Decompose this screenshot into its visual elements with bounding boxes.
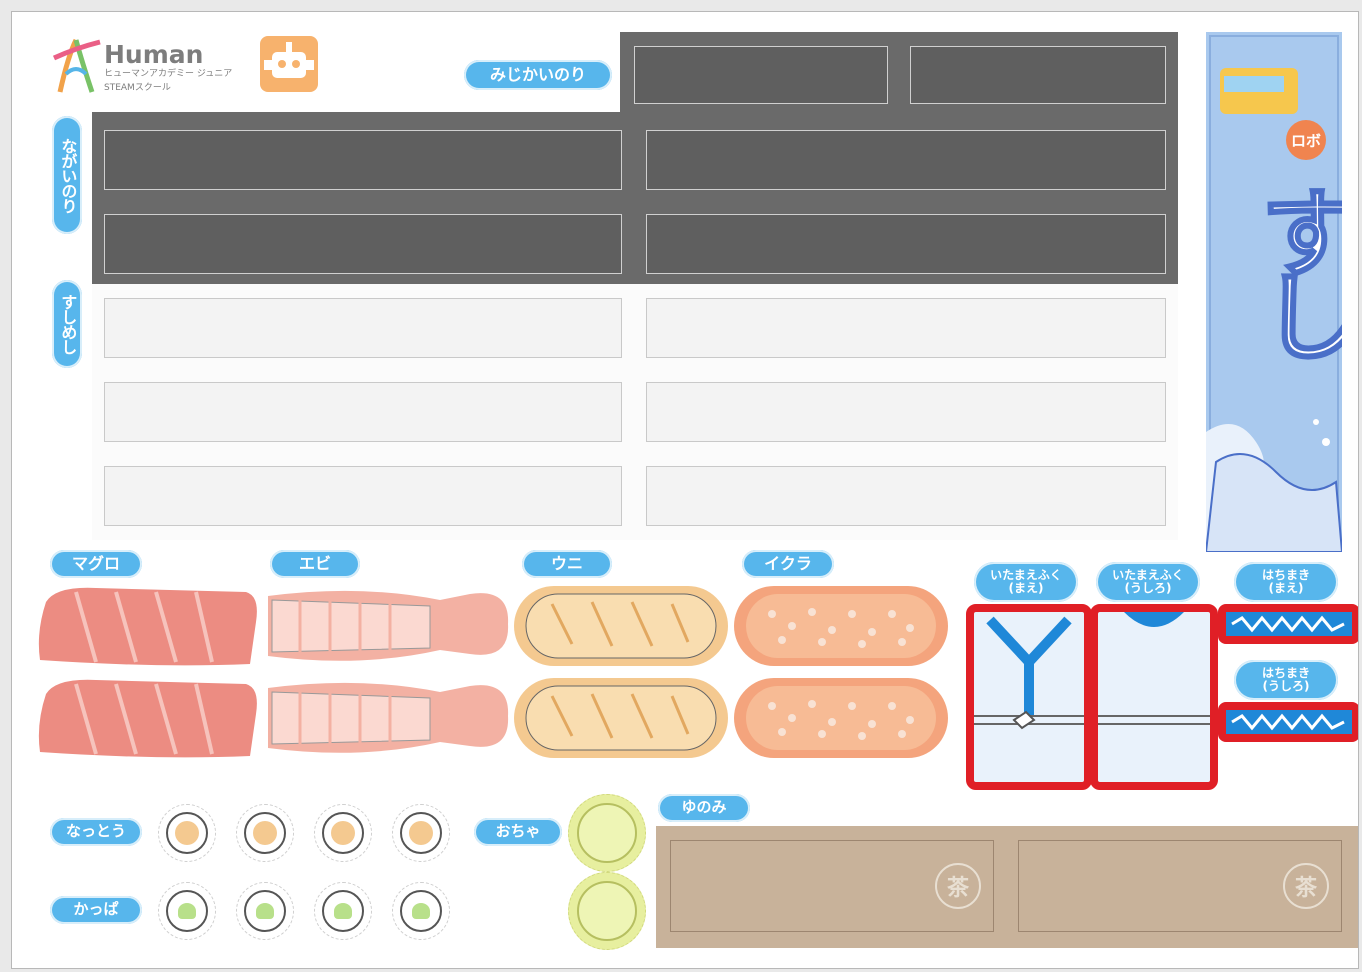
paper-craft-sheet: Human ヒューマンアカデミー ジュニア STEAMスクール みじかいのり な… — [12, 12, 1358, 968]
tea-mark-icon: 茶 — [935, 863, 981, 909]
yunomi-area: 茶 茶 — [656, 826, 1358, 948]
uni-piece[interactable] — [512, 584, 730, 668]
itamae-front-piece[interactable] — [966, 604, 1092, 790]
label-itamae-back: いたまえふく (うしろ) — [1096, 562, 1200, 602]
sushi-rice-piece[interactable] — [104, 382, 622, 442]
sushi-rice-piece[interactable] — [104, 466, 622, 526]
natto-roll[interactable] — [158, 804, 216, 862]
yunomi-piece[interactable]: 茶 — [1018, 840, 1342, 932]
kappa-roll[interactable] — [158, 882, 216, 940]
short-nori-piece[interactable] — [910, 46, 1166, 104]
natto-roll[interactable] — [314, 804, 372, 862]
label-hachimaki-front: はちまき (まえ) — [1234, 562, 1338, 602]
brand-subtitle-2: STEAMスクール — [104, 83, 171, 93]
ebi-piece[interactable] — [260, 584, 514, 668]
natto-roll[interactable] — [236, 804, 294, 862]
banner-badge: ロボ — [1286, 120, 1326, 160]
label-natto: なっとう — [50, 818, 142, 846]
kappa-roll[interactable] — [236, 882, 294, 940]
kappa-roll[interactable] — [314, 882, 372, 940]
maguro-piece[interactable] — [36, 674, 262, 760]
brand-name: Human — [104, 40, 204, 69]
label-uni: ウニ — [522, 550, 612, 578]
tea-mark-icon: 茶 — [1283, 863, 1329, 909]
itamae-back-piece[interactable] — [1090, 604, 1218, 790]
label-maguro: マグロ — [50, 550, 142, 578]
label-yunomi: ゆのみ — [658, 794, 750, 822]
ebi-piece[interactable] — [260, 676, 514, 760]
human-figure-logo-icon — [52, 38, 101, 93]
maguro-piece[interactable] — [36, 582, 262, 668]
label-ocha: おちゃ — [474, 818, 562, 846]
sushi-rice-piece[interactable] — [646, 466, 1166, 526]
brand-subtitle-1: ヒューマンアカデミー ジュニア — [104, 69, 233, 79]
robot-icon — [260, 36, 318, 92]
ikura-piece[interactable] — [732, 584, 950, 668]
label-ebi: エビ — [270, 550, 360, 578]
long-nori-piece[interactable] — [646, 130, 1166, 190]
sushi-rice-piece[interactable] — [104, 298, 622, 358]
banner-title: すし — [1243, 181, 1343, 352]
label-kappa: かっぱ — [50, 896, 142, 924]
label-hachimaki-back: はちまき (うしろ) — [1234, 660, 1338, 700]
natto-roll[interactable] — [392, 804, 450, 862]
label-sushi-rice: すしめし — [52, 280, 82, 368]
long-nori-piece[interactable] — [646, 214, 1166, 274]
ikura-piece[interactable] — [732, 676, 950, 760]
kappa-roll[interactable] — [392, 882, 450, 940]
hachimaki-back-piece[interactable] — [1218, 702, 1358, 742]
short-nori-piece[interactable] — [634, 46, 888, 104]
long-nori-piece[interactable] — [104, 130, 622, 190]
ocha-cup[interactable] — [568, 794, 646, 872]
label-long-nori: ながいのり — [52, 116, 82, 234]
hachimaki-front-piece[interactable] — [1218, 604, 1358, 644]
label-short-nori: みじかいのり — [464, 60, 612, 90]
ocha-cup[interactable] — [568, 872, 646, 950]
yunomi-piece[interactable]: 茶 — [670, 840, 994, 932]
long-nori-piece[interactable] — [104, 214, 622, 274]
uni-piece[interactable] — [512, 676, 730, 760]
sushi-rice-piece[interactable] — [646, 298, 1166, 358]
label-itamae-front: いたまえふく (まえ) — [974, 562, 1078, 602]
sushi-rice-piece[interactable] — [646, 382, 1166, 442]
label-ikura: イクラ — [742, 550, 834, 578]
sushi-banner: ロボ すし — [1206, 32, 1342, 552]
